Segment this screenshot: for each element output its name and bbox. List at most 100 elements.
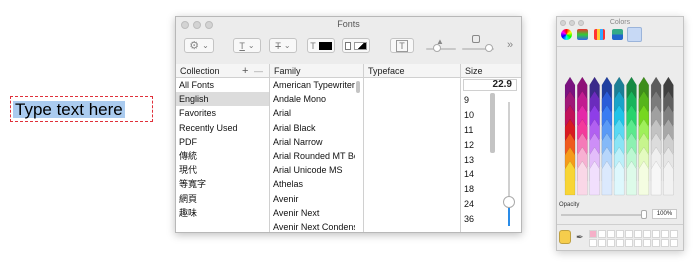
list-item[interactable]: 傳統 <box>176 149 269 163</box>
list-item[interactable]: Arial Narrow <box>270 135 355 149</box>
swatch-cell[interactable] <box>652 239 660 247</box>
list-item[interactable]: English <box>176 92 269 107</box>
list-item[interactable]: All Fonts <box>176 78 269 92</box>
swatch-cell[interactable] <box>661 230 669 238</box>
add-collection-button[interactable]: + <box>242 64 248 78</box>
swatch-cell[interactable] <box>607 230 615 238</box>
list-item[interactable]: 趣味 <box>176 206 269 220</box>
crayon-box[interactable] <box>557 47 683 197</box>
size-field[interactable]: 22.9 <box>463 79 517 91</box>
color-sliders-tab-icon[interactable] <box>577 29 588 40</box>
eyedropper-icon[interactable]: ✒ <box>576 232 584 243</box>
family-header: Family <box>270 64 364 78</box>
selected-text[interactable]: Type text here <box>13 101 125 118</box>
strikethrough-menu-button[interactable]: T ⌄ <box>269 38 297 53</box>
list-item[interactable]: Arial Unicode MS <box>270 163 355 177</box>
opacity-field[interactable]: 100% <box>652 209 677 219</box>
list-item[interactable]: 11 <box>461 123 489 138</box>
size-list-scrollbar[interactable] <box>490 93 495 153</box>
swatch-cell[interactable] <box>589 239 597 247</box>
text-color-icon: T <box>310 40 316 51</box>
text-color-button[interactable]: T <box>307 38 335 53</box>
swatch-cell[interactable] <box>598 239 606 247</box>
opacity-slider-knob[interactable] <box>641 210 647 219</box>
swatch-cell[interactable] <box>625 230 633 238</box>
list-item[interactable]: Athelas <box>270 177 355 191</box>
document-icon <box>345 41 351 50</box>
swatch-cell[interactable] <box>589 230 597 238</box>
family-list[interactable]: American Typewriter Andale Mono Arial Ar… <box>270 78 364 232</box>
list-item[interactable]: Arial Rounded MT Bold <box>270 149 355 163</box>
text-color-swatch <box>318 41 332 50</box>
swatch-cell[interactable] <box>616 239 624 247</box>
list-item[interactable]: Andale Mono <box>270 92 355 106</box>
document-color-swatch <box>354 41 367 50</box>
window-title: Fonts <box>337 19 360 29</box>
list-item[interactable]: Avenir Next Condensed <box>270 220 355 232</box>
list-item[interactable]: 9 <box>461 93 489 108</box>
list-item[interactable]: 12 <box>461 138 489 153</box>
list-item[interactable]: Favorites <box>176 106 269 120</box>
swatch-cell[interactable] <box>607 239 615 247</box>
typeface-list[interactable] <box>364 78 461 232</box>
slider-knob[interactable] <box>433 44 441 52</box>
collection-list[interactable]: All Fonts English Favorites Recently Use… <box>176 78 270 232</box>
list-item[interactable]: 10 <box>461 108 489 123</box>
list-item[interactable]: 36 <box>461 212 489 227</box>
swatch-cell[interactable] <box>643 239 651 247</box>
current-color-well[interactable] <box>559 230 571 244</box>
color-palettes-tab-icon[interactable] <box>594 29 605 40</box>
swatch-cell[interactable] <box>598 230 606 238</box>
swatch-cell[interactable] <box>670 239 678 247</box>
opacity-slider[interactable] <box>561 214 647 216</box>
shadow-opacity-slider[interactable] <box>426 48 456 50</box>
chevron-down-icon: ⌄ <box>202 41 209 50</box>
swatch-cell[interactable] <box>634 239 642 247</box>
color-wheel-tab-icon[interactable] <box>561 29 572 40</box>
list-item[interactable]: 13 <box>461 153 489 168</box>
list-item[interactable]: Avenir Next <box>270 206 355 220</box>
size-list[interactable]: 9 10 11 12 13 14 18 24 36 <box>461 93 489 227</box>
fonts-window: Fonts ⚙ ⌄ T ⌄ T ⌄ T T ▲ » Collection + —… <box>175 16 522 233</box>
chevron-right-double-icon[interactable]: » <box>507 39 513 51</box>
list-item[interactable]: American Typewriter <box>270 78 355 92</box>
list-item[interactable]: 18 <box>461 182 489 197</box>
chevron-down-icon: ⌄ <box>247 41 255 50</box>
swatch-cell[interactable] <box>670 230 678 238</box>
colors-window: Colors Opacity 100% ✒ <box>556 16 684 251</box>
size-slider-knob[interactable] <box>503 196 515 208</box>
opacity-label: Opacity <box>559 202 580 208</box>
document-color-button[interactable] <box>342 38 370 53</box>
list-item[interactable]: 等寬字 <box>176 177 269 191</box>
swatch-cell[interactable] <box>616 230 624 238</box>
family-scrollbar[interactable] <box>356 81 360 93</box>
swatch-cell[interactable] <box>661 239 669 247</box>
action-menu-button[interactable]: ⚙ ⌄ <box>184 38 214 53</box>
swatch-cell[interactable] <box>634 230 642 238</box>
swatch-cell[interactable] <box>643 230 651 238</box>
text-box[interactable]: Type text here <box>10 96 153 122</box>
swatch-cell[interactable] <box>625 239 633 247</box>
size-header: Size <box>461 64 521 78</box>
list-item[interactable]: Arial Black <box>270 121 355 135</box>
list-item[interactable]: 網頁 <box>176 192 269 206</box>
collection-header-label: Collection <box>180 66 220 76</box>
list-item[interactable]: Avenir <box>270 192 355 206</box>
underline-menu-button[interactable]: T ⌄ <box>233 38 261 53</box>
list-item[interactable]: 現代 <box>176 163 269 177</box>
list-item[interactable]: Recently Used <box>176 121 269 135</box>
image-palettes-tab-icon[interactable] <box>612 29 623 40</box>
underline-icon: T <box>239 40 245 51</box>
list-item[interactable]: 14 <box>461 167 489 182</box>
list-item[interactable]: Arial <box>270 106 355 120</box>
gear-icon: ⚙ <box>189 40 200 52</box>
remove-collection-button[interactable]: — <box>254 64 263 78</box>
text-shadow-icon: T <box>396 39 408 52</box>
text-shadow-button[interactable]: T <box>390 38 414 53</box>
list-item[interactable]: 24 <box>461 197 489 212</box>
divider <box>557 224 683 225</box>
crayons-tab-icon[interactable] <box>627 27 642 42</box>
slider-knob[interactable] <box>485 44 493 52</box>
list-item[interactable]: PDF <box>176 135 269 149</box>
swatch-cell[interactable] <box>652 230 660 238</box>
